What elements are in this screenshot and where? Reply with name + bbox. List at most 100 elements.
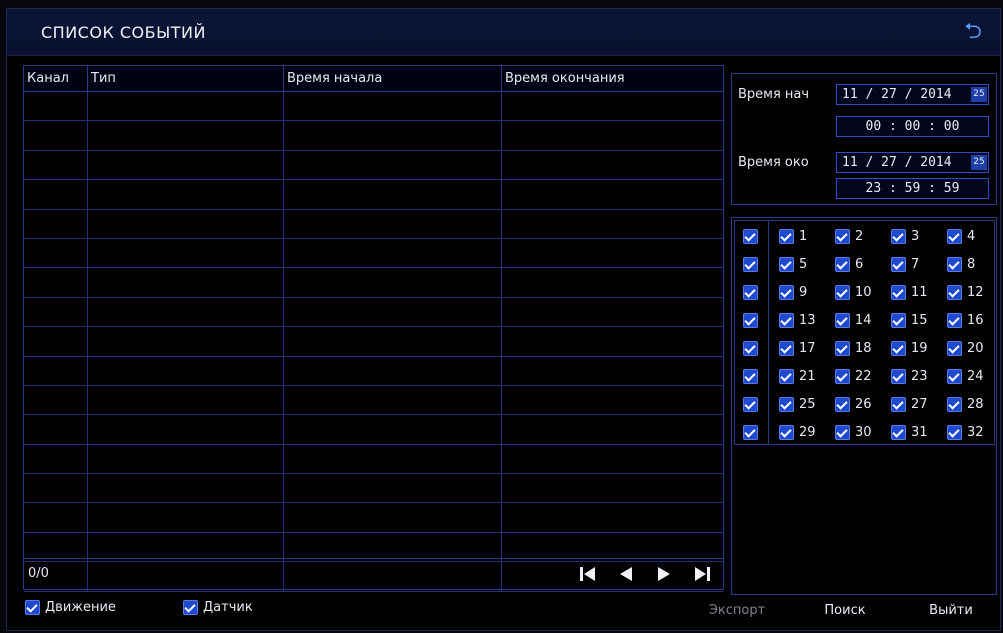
- table-row[interactable]: [24, 297, 723, 328]
- motion-label: Движение: [45, 600, 116, 615]
- row-select-checkbox[interactable]: [743, 369, 758, 384]
- table-row[interactable]: [24, 150, 723, 181]
- channel-label: 10: [855, 285, 872, 300]
- channel-checkbox-11[interactable]: [891, 285, 906, 300]
- channel-checkbox-14[interactable]: [835, 313, 850, 328]
- channel-checkbox-12[interactable]: [947, 285, 962, 300]
- channel-checkbox-23[interactable]: [891, 369, 906, 384]
- table-cell: [88, 327, 284, 356]
- calendar-icon[interactable]: 25: [971, 155, 987, 170]
- channel-checkbox-15[interactable]: [891, 313, 906, 328]
- channel-checkbox-21[interactable]: [779, 369, 794, 384]
- exit-button[interactable]: Выйти: [911, 598, 991, 624]
- table-row[interactable]: [24, 209, 723, 239]
- table-row[interactable]: [24, 238, 723, 269]
- end-time-label: Время око: [738, 155, 809, 170]
- prev-page-icon[interactable]: [613, 564, 639, 584]
- channel-checkbox-29[interactable]: [779, 425, 794, 440]
- channel-checkbox-30[interactable]: [835, 425, 850, 440]
- bottom-bar: Движение Датчик Экспорт Поиск Выйти: [7, 590, 1000, 630]
- channel-checkbox-28[interactable]: [947, 397, 962, 412]
- row-select-checkbox[interactable]: [743, 257, 758, 272]
- channel-checkbox-25[interactable]: [779, 397, 794, 412]
- row-select-checkbox[interactable]: [743, 425, 758, 440]
- search-button[interactable]: Поиск: [807, 598, 883, 624]
- table-cell: [24, 209, 88, 238]
- row-select-checkbox[interactable]: [743, 285, 758, 300]
- channel-checkbox-32[interactable]: [947, 425, 962, 440]
- channel-checkbox-16[interactable]: [947, 313, 962, 328]
- column-header-channel[interactable]: Канал: [24, 66, 88, 91]
- sensor-check-icon[interactable]: [183, 600, 198, 615]
- table-cell: [24, 444, 88, 474]
- table-row[interactable]: [24, 327, 723, 357]
- title-bar: СПИСОК СОБЫТИЙ ⮌: [7, 9, 1000, 56]
- column-header-type[interactable]: Тип: [88, 66, 284, 91]
- row-select-checkbox[interactable]: [743, 313, 758, 328]
- channel-checkbox-3[interactable]: [891, 229, 906, 244]
- start-date-field[interactable]: 11 / 27 / 2014 25: [836, 84, 989, 105]
- end-time-field[interactable]: 23 : 59 : 59: [836, 178, 989, 199]
- channel-checkbox-5[interactable]: [779, 257, 794, 272]
- calendar-icon[interactable]: 25: [971, 87, 987, 102]
- next-page-icon[interactable]: [651, 564, 677, 584]
- channel-label: 18: [855, 341, 872, 356]
- channel-checkbox-9[interactable]: [779, 285, 794, 300]
- table-row[interactable]: [24, 503, 723, 533]
- sensor-checkbox[interactable]: Датчик: [183, 600, 253, 615]
- row-select-checkbox[interactable]: [743, 341, 758, 356]
- channel-checkbox-18[interactable]: [835, 341, 850, 356]
- end-date-field[interactable]: 11 / 27 / 2014 25: [836, 152, 989, 173]
- channel-checkbox-22[interactable]: [835, 369, 850, 384]
- table-row[interactable]: [24, 180, 723, 210]
- table-row[interactable]: [24, 268, 723, 298]
- channel-checkbox-2[interactable]: [835, 229, 850, 244]
- last-page-icon[interactable]: [689, 564, 715, 584]
- channel-checkbox-13[interactable]: [779, 313, 794, 328]
- start-time-label: Время нач: [738, 87, 810, 102]
- table-row[interactable]: [24, 444, 723, 475]
- table-cell: [24, 356, 88, 385]
- table-cell: [88, 150, 284, 180]
- first-page-icon[interactable]: [575, 564, 601, 584]
- table-cell: [88, 385, 284, 415]
- channel-checkbox-20[interactable]: [947, 341, 962, 356]
- column-header-start-time[interactable]: Время начала: [284, 66, 502, 91]
- channel-checkbox-7[interactable]: [891, 257, 906, 272]
- event-table: Канал Тип Время начала Время окончания 0…: [23, 65, 724, 592]
- motion-check-icon[interactable]: [25, 600, 40, 615]
- row-select-checkbox[interactable]: [743, 229, 758, 244]
- back-arrow-icon[interactable]: ⮌: [960, 19, 986, 45]
- channel-checkbox-17[interactable]: [779, 341, 794, 356]
- export-button[interactable]: Экспорт: [699, 598, 775, 624]
- table-row[interactable]: [24, 121, 723, 151]
- table-row[interactable]: [24, 92, 723, 122]
- channel-checkbox-6[interactable]: [835, 257, 850, 272]
- column-header-end-time[interactable]: Время окончания: [502, 66, 723, 91]
- channel-checkbox-27[interactable]: [891, 397, 906, 412]
- channel-label: 5: [799, 257, 808, 272]
- channel-checkbox-19[interactable]: [891, 341, 906, 356]
- row-select-checkbox[interactable]: [743, 397, 758, 412]
- channel-label: 19: [911, 341, 928, 356]
- table-cell: [502, 386, 723, 414]
- table-cell: [284, 415, 502, 444]
- motion-checkbox[interactable]: Движение: [25, 600, 116, 615]
- channel-checkbox-4[interactable]: [947, 229, 962, 244]
- channel-checkbox-1[interactable]: [779, 229, 794, 244]
- table-cell: [502, 474, 723, 502]
- table-cell: [88, 121, 284, 150]
- table-row[interactable]: [24, 415, 723, 445]
- table-row[interactable]: [24, 474, 723, 504]
- table-row[interactable]: [24, 356, 723, 386]
- channel-checkbox-10[interactable]: [835, 285, 850, 300]
- table-cell: [284, 385, 502, 415]
- channel-checkbox-31[interactable]: [891, 425, 906, 440]
- table-row[interactable]: [24, 385, 723, 416]
- channel-checkbox-24[interactable]: [947, 369, 962, 384]
- start-time-field[interactable]: 00 : 00 : 00: [836, 116, 989, 137]
- channel-checkbox-26[interactable]: [835, 397, 850, 412]
- table-cell: [284, 356, 502, 385]
- channel-checkbox-8[interactable]: [947, 257, 962, 272]
- table-cell: [284, 92, 502, 121]
